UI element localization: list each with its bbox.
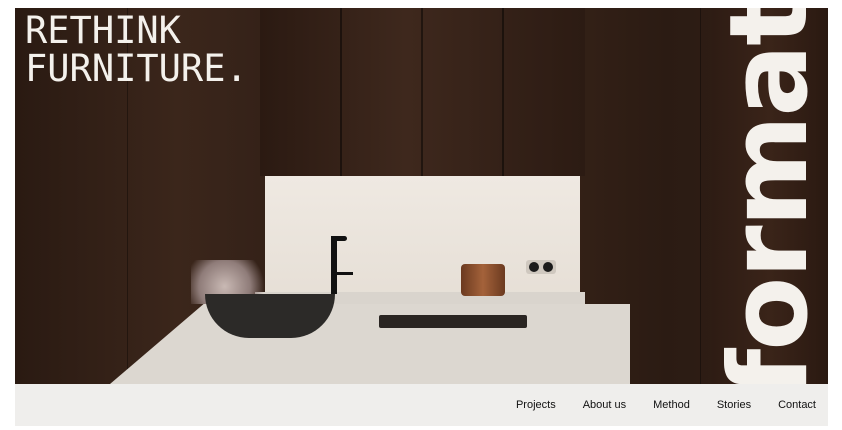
page: RETHINK FURNITURE. format Projects About… xyxy=(0,0,842,430)
nav-link-contact[interactable]: Contact xyxy=(778,399,816,411)
headline-line: FURNITURE. xyxy=(25,47,248,90)
kitchen-island xyxy=(110,304,630,384)
cooktop xyxy=(379,315,527,328)
nav-link-projects[interactable]: Projects xyxy=(516,399,556,411)
cabinet-seam xyxy=(421,8,423,176)
nav-link-stories[interactable]: Stories xyxy=(717,399,751,411)
brand-logo-text: format xyxy=(722,8,818,384)
nav-link-method[interactable]: Method xyxy=(653,399,690,411)
backsplash xyxy=(265,176,580,299)
hero-headline: RETHINK FURNITURE. xyxy=(25,12,248,88)
socket-hole xyxy=(543,262,553,272)
wall-socket xyxy=(526,260,556,274)
navigation-bar: Projects About us Method Stories Contact xyxy=(15,384,828,426)
faucet-handle xyxy=(337,272,353,275)
door-seam xyxy=(700,8,701,384)
headline-line: RETHINK xyxy=(25,9,181,52)
faucet xyxy=(331,236,337,294)
upper-cabinet xyxy=(260,8,585,176)
faucet-spout xyxy=(331,236,347,241)
cabinet-seam xyxy=(502,8,504,176)
nav-link-about-us[interactable]: About us xyxy=(583,399,626,411)
socket-hole xyxy=(529,262,539,272)
cabinet-seam xyxy=(340,8,342,176)
wooden-vase xyxy=(461,264,505,296)
main-nav: Projects About us Method Stories Contact xyxy=(516,384,816,426)
brand-logo[interactable]: format xyxy=(722,8,818,384)
